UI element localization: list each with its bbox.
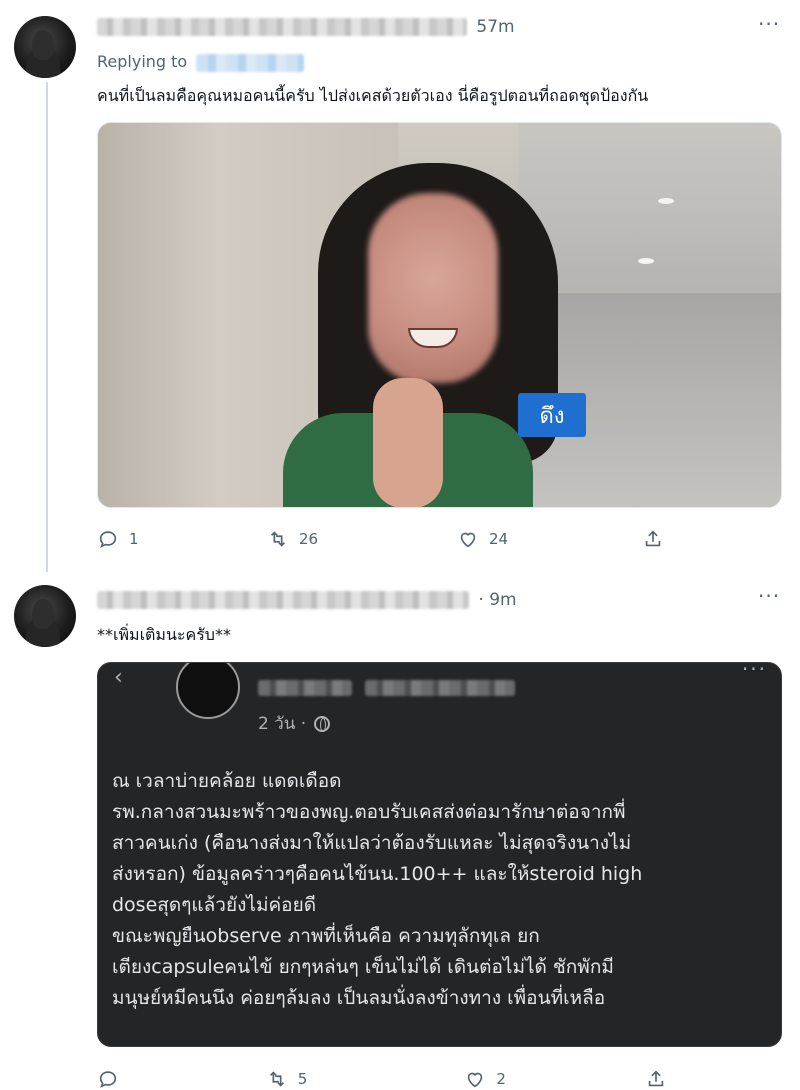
embedded-more-icon: ··· <box>741 662 767 681</box>
retweet-icon <box>270 531 286 547</box>
peace-sign-hand <box>373 378 443 507</box>
replying-to-label: Replying to <box>97 52 188 71</box>
more-options-icon[interactable]: ··· <box>758 12 780 36</box>
tweet-text: **เพิ่มเติมนะครับ** <box>97 625 231 644</box>
embedded-line: ส่งหรอก) ข้อมูลคร่าวๆคือคนไข้นน.100++ แล… <box>112 863 643 885</box>
globe-icon <box>314 715 331 732</box>
tweet-time[interactable]: 57m <box>476 17 514 37</box>
embedded-author-redacted <box>258 677 516 696</box>
reply-count: 1 <box>129 530 139 548</box>
avatar[interactable] <box>14 16 76 78</box>
tweet-actions: 1 26 24 <box>97 528 677 550</box>
tweet-header: · 9m <box>97 590 517 610</box>
embedded-line: รพ.กลางสวนมะพร้าวของพญ.ตอบรับเคสส่งต่อมา… <box>112 801 626 823</box>
share-button[interactable] <box>642 528 674 550</box>
tweet-photo[interactable]: ดึง <box>97 122 782 508</box>
embedded-line: เตียงcapsuleคนไข้ ยกๆหล่นๆ เข็นไม่ได้ เด… <box>112 956 614 978</box>
like-count: 2 <box>496 1070 506 1088</box>
tweet-time[interactable]: · 9m <box>478 590 516 610</box>
like-icon <box>460 532 476 548</box>
reply-button[interactable] <box>97 1068 266 1090</box>
door-sign: ดึง <box>518 393 586 437</box>
retweet-icon <box>269 1071 284 1087</box>
like-icon <box>468 1072 483 1088</box>
embedded-time: 2 วัน · <box>258 710 331 737</box>
tweet-actions: 5 2 <box>97 1068 677 1090</box>
retweet-count: 5 <box>297 1070 308 1088</box>
author-name-redacted[interactable] <box>97 591 469 609</box>
embedded-line: doseสุดๆแล้วยังไม่ค่อยดี <box>112 894 317 916</box>
replying-to-handle-redacted[interactable] <box>196 53 305 72</box>
retweet-button[interactable]: 26 <box>267 528 457 550</box>
thread-line <box>46 82 48 572</box>
retweet-count: 26 <box>299 530 319 548</box>
embedded-line: สาวคนเก่ง (คือนางส่งมาให้แปลว่าต้องรับแห… <box>112 832 632 854</box>
embedded-avatar <box>176 663 240 719</box>
author-name-redacted[interactable] <box>97 18 467 36</box>
embedded-line: มนุษย์หมีคนนึง ค่อยๆล้มลง เป็นลมนั่งลงข้… <box>112 987 606 1009</box>
replying-to: Replying to <box>97 52 305 72</box>
share-button[interactable] <box>645 1068 677 1090</box>
embedded-post-text: ณ เวลาบ่ายคล้อย แดดเดือด รพ.กลางสวนมะพร้… <box>112 766 777 1014</box>
tweet-text: คนที่เป็นลมคือคุณหมอคนนี้ครับ ไปส่งเคสด้… <box>97 86 649 105</box>
embedded-line: ณ เวลาบ่ายคล้อย แดดเดือด <box>112 770 342 792</box>
retweet-button[interactable]: 5 <box>266 1068 465 1090</box>
reply-icon <box>99 1071 117 1088</box>
share-icon <box>645 530 661 547</box>
like-button[interactable]: 24 <box>457 528 642 550</box>
like-count: 24 <box>489 530 509 548</box>
blurred-face <box>368 193 498 383</box>
tweet-header: 57m <box>97 17 515 37</box>
back-icon: ‹ <box>114 665 123 690</box>
share-icon <box>648 1070 664 1087</box>
avatar[interactable] <box>14 585 76 647</box>
more-options-icon[interactable]: ··· <box>758 584 780 608</box>
embedded-post-screenshot[interactable]: ‹ ··· 2 วัน · ณ เวลาบ่ายคล้อย แดดเดือด ร… <box>97 662 782 1047</box>
like-button[interactable]: 2 <box>464 1068 645 1090</box>
reply-button[interactable]: 1 <box>97 528 267 550</box>
embedded-line: ขณะพญยืนobserve ภาพที่เห็นคือ ความทุลักท… <box>112 925 540 947</box>
reply-icon <box>99 531 117 548</box>
